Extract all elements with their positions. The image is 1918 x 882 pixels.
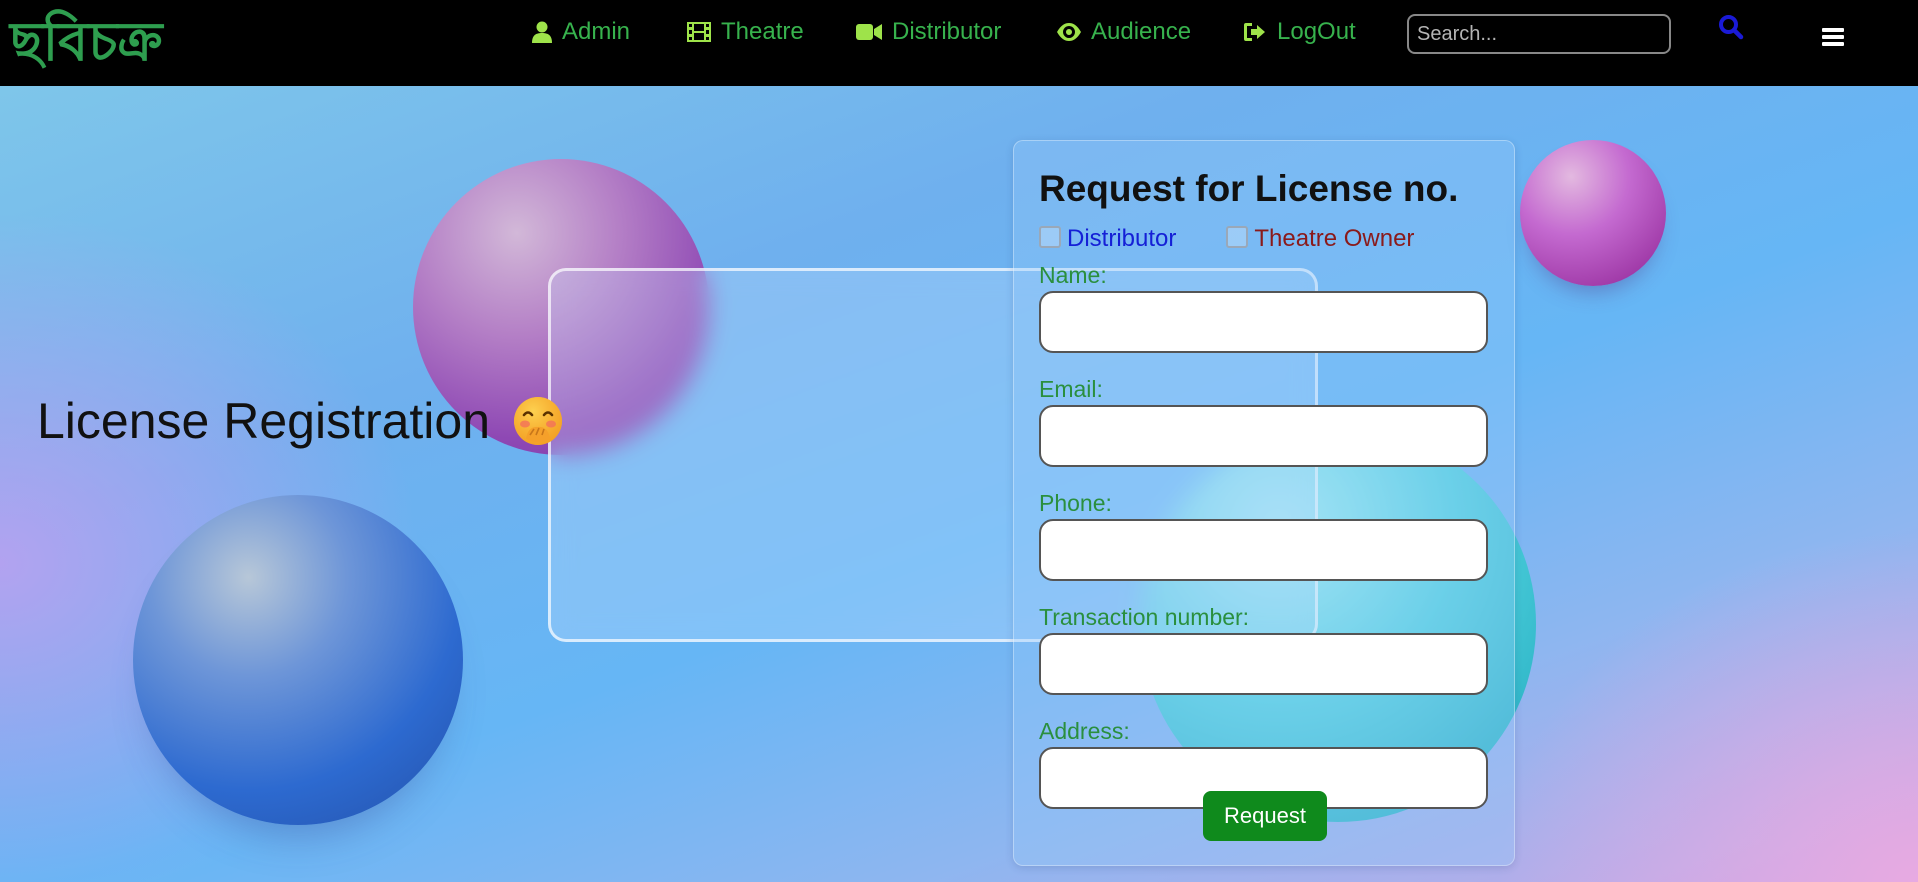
decorative-sphere bbox=[133, 495, 463, 825]
license-request-form: Request for License no. Distributor Thea… bbox=[1013, 140, 1515, 866]
hero-section: License Registration Request for License… bbox=[0, 86, 1918, 882]
transaction-number-field[interactable] bbox=[1039, 633, 1488, 695]
nav-item-label: LogOut bbox=[1277, 18, 1356, 45]
menu-button[interactable] bbox=[1822, 28, 1844, 52]
form-title: Request for License no. bbox=[1039, 168, 1459, 209]
hamburger-menu-icon bbox=[1822, 28, 1844, 46]
nav-item-label: Admin bbox=[562, 18, 631, 45]
nav-item-logout[interactable]: LogOut bbox=[1243, 14, 1356, 50]
search-input[interactable] bbox=[1407, 14, 1671, 54]
email-label: Email: bbox=[1039, 376, 1103, 402]
phone-label: Phone: bbox=[1039, 490, 1112, 516]
nav-item-label: Distributor bbox=[892, 18, 1002, 45]
transaction-number-label: Transaction number: bbox=[1039, 604, 1250, 630]
distributor-checkbox-label: Distributor bbox=[1067, 225, 1177, 252]
film-icon bbox=[687, 22, 711, 42]
name-label: Name: bbox=[1039, 262, 1107, 288]
address-label: Address: bbox=[1039, 718, 1130, 744]
page-title: License Registration bbox=[37, 392, 564, 450]
decorative-sphere bbox=[1520, 140, 1666, 286]
navbar: ছবিচক্র Admin Theatre Distributor Audien… bbox=[0, 0, 1918, 86]
nav-item-distributor[interactable]: Distributor bbox=[856, 14, 1001, 50]
video-camera-icon bbox=[856, 23, 882, 41]
sign-out-icon bbox=[1243, 21, 1267, 43]
phone-field[interactable] bbox=[1039, 519, 1488, 581]
request-button[interactable]: Request bbox=[1203, 791, 1327, 841]
theatre-owner-checkbox[interactable] bbox=[1226, 226, 1249, 248]
theatre-owner-checkbox-option[interactable]: Theatre Owner bbox=[1226, 225, 1414, 253]
nav-item-label: Audience bbox=[1091, 18, 1192, 45]
search-icon bbox=[1718, 15, 1744, 44]
email-field[interactable] bbox=[1039, 405, 1488, 467]
theatre-owner-checkbox-label: Theatre Owner bbox=[1254, 225, 1415, 252]
distributor-checkbox[interactable] bbox=[1039, 226, 1061, 248]
nav-item-audience[interactable]: Audience bbox=[1057, 14, 1191, 50]
search-button[interactable] bbox=[1718, 14, 1748, 44]
hand-over-mouth-emoji-icon bbox=[512, 395, 564, 447]
name-field[interactable] bbox=[1039, 291, 1488, 353]
license-type-checkboxes: Distributor Theatre Owner bbox=[1039, 223, 1489, 255]
site-logo[interactable]: ছবিচক্র bbox=[10, 2, 163, 82]
user-icon bbox=[532, 21, 552, 43]
eye-icon bbox=[1057, 23, 1081, 41]
distributor-checkbox-option[interactable]: Distributor bbox=[1039, 225, 1176, 253]
nav-item-theatre[interactable]: Theatre bbox=[687, 14, 804, 50]
nav-item-label: Theatre bbox=[721, 18, 804, 45]
nav-item-admin[interactable]: Admin bbox=[532, 14, 630, 50]
page-title-text: License Registration bbox=[37, 393, 491, 449]
